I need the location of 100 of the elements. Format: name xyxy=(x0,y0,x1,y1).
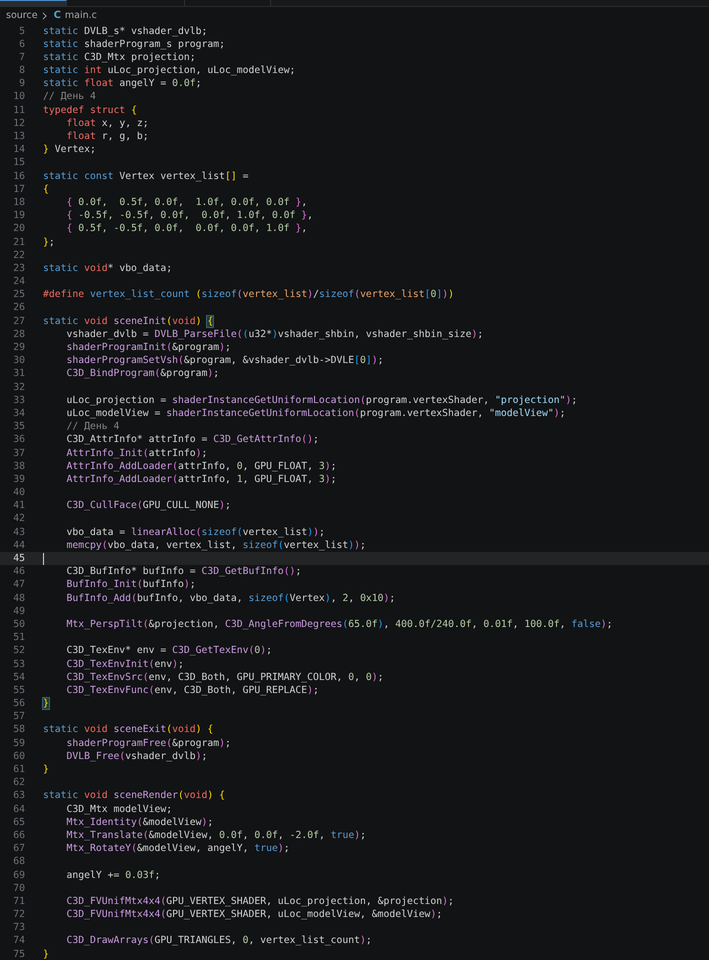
line-number: 67 xyxy=(12,842,25,856)
code-line: C3D_BindProgram(&program); xyxy=(65,367,220,381)
code-line: C3D_TexEnv* env = C3D_GetTexEnv(0); xyxy=(65,644,272,658)
line-number: 47 xyxy=(12,578,25,592)
c-file-icon: C xyxy=(54,10,61,21)
code-line: vshader_dvlb = DVLB_ParseFile((u32*)vshader_shbin, vshader_shbin_size); xyxy=(65,328,484,341)
code-line: shaderProgramSetVsh(&program, &vshader_dvlb->DVLE[0]); xyxy=(65,354,384,368)
code-line: vbo_data = linearAlloc(sizeof(vertex_list)); xyxy=(65,526,325,539)
line-number: 32 xyxy=(12,380,25,394)
line-number: 12 xyxy=(12,116,25,130)
tab[interactable] xyxy=(0,0,67,6)
code-line: static shaderProgram_s program; xyxy=(43,38,225,51)
line-number: 29 xyxy=(12,341,25,354)
line-number: 73 xyxy=(12,921,25,934)
line-number: 13 xyxy=(12,130,25,144)
code-line: static void sceneRender(void) { xyxy=(43,789,226,803)
code-line: float x, y, z; xyxy=(65,116,149,130)
code-line: static const Vertex vertex_list[] = xyxy=(43,170,248,183)
line-number: 43 xyxy=(12,526,25,539)
code-line: AttrInfo_Init(attrInfo); xyxy=(65,446,208,460)
line-number: 33 xyxy=(12,394,25,407)
code-line: C3D_CullFace(GPU_CULL_NONE); xyxy=(65,499,231,512)
line-number: 11 xyxy=(12,104,25,117)
line-number: 24 xyxy=(12,275,25,288)
line-number: 64 xyxy=(12,802,25,816)
code-line: uLoc_modelView = shaderInstanceGetUniformLocation(program.vertexShader, "modelView"); xyxy=(65,406,566,420)
code-line: { xyxy=(43,182,49,196)
line-number: 44 xyxy=(12,538,25,552)
line-number: 5 xyxy=(18,24,25,38)
code-line: static float angelY = 0.0f; xyxy=(43,77,202,90)
code-line: uLoc_projection = shaderInstanceGetUniformLocation(program.vertexShader, "projection"); xyxy=(65,394,578,407)
line-number: 72 xyxy=(12,908,25,922)
line-number: 22 xyxy=(12,248,25,262)
code-line: }; xyxy=(43,236,55,249)
line-number: 54 xyxy=(12,670,25,684)
line-number: 9 xyxy=(18,77,25,90)
line-number: 27 xyxy=(12,314,25,328)
code-line: static void sceneExit(void) { xyxy=(43,723,214,737)
code-line: C3D_DrawArrays(GPU_TRIANGLES, 0, vertex_list_count); xyxy=(65,934,372,948)
line-number: 17 xyxy=(12,182,25,196)
chevron-icon xyxy=(42,12,47,20)
code-line: static void* vbo_data; xyxy=(43,262,172,276)
line-number: 53 xyxy=(12,658,25,671)
line-number: 25 xyxy=(12,288,25,302)
line-number: 69 xyxy=(12,868,25,882)
line-number: 39 xyxy=(12,472,25,486)
line-number: 59 xyxy=(12,736,25,750)
line-number: 46 xyxy=(12,565,25,578)
breadcrumb-file[interactable]: main.c xyxy=(64,10,97,21)
code-line: C3D_FVUnifMtx4x4(GPU_VERTEX_SHADER, uLoc_modelView, &modelView); xyxy=(65,908,442,922)
code-line: Mtx_Translate(&modelView, 0.0f, 0.0f, -2.0f, true); xyxy=(65,828,366,842)
code-line: typedef struct { xyxy=(43,104,137,117)
line-number: 35 xyxy=(12,420,25,434)
line-number: 63 xyxy=(12,789,25,803)
line-number: 75 xyxy=(12,948,25,960)
line-number: 57 xyxy=(12,710,25,724)
code-line: C3D_FVUnifMtx4x4(GPU_VERTEX_SHADER, uLoc_projection, &projection); xyxy=(65,894,454,908)
code-line: { 0.0f, 0.5f, 0.0f, 1.0f, 0.0f, 0.0f }, xyxy=(65,196,308,210)
code-line: Mtx_RotateY(&modelView, angelY, true); xyxy=(65,842,290,856)
text-cursor xyxy=(43,552,44,565)
line-number: 31 xyxy=(12,367,25,381)
line-number: 6 xyxy=(18,38,25,51)
line-number: 65 xyxy=(12,816,25,829)
line-number: 14 xyxy=(12,143,25,156)
code-line: float r, g, b; xyxy=(65,130,149,144)
code-line: } Vertex; xyxy=(43,143,96,156)
code-line: C3D_TexEnvFunc(env, C3D_Both, GPU_REPLACE); xyxy=(65,684,319,698)
code-line: C3D_AttrInfo* attrInfo = C3D_GetAttrInfo(); xyxy=(65,433,319,446)
line-number: 66 xyxy=(12,828,25,842)
breadcrumb-folder[interactable]: source xyxy=(6,10,38,21)
code-line: // День 4 xyxy=(43,90,96,104)
line-number: 21 xyxy=(12,236,25,249)
code-line: AttrInfo_AddLoader(attrInfo, 0, GPU_FLOAT, 3); xyxy=(65,460,337,473)
line-number: 37 xyxy=(12,446,25,460)
code-line: } xyxy=(43,763,49,776)
code-line: Mtx_Identity(&modelView); xyxy=(65,816,214,829)
line-number: 55 xyxy=(12,684,25,698)
code-line: { 0.5f, -0.5f, 0.0f, 0.0f, 0.0f, 1.0f }, xyxy=(65,222,308,236)
code-line: AttrInfo_AddLoader(attrInfo, 1, GPU_FLOAT, 3); xyxy=(65,472,337,486)
code-line: static C3D_Mtx projection; xyxy=(43,50,196,64)
line-number: 45 xyxy=(12,552,25,566)
code-line: angelY += 0.03f; xyxy=(65,868,160,882)
line-number: 20 xyxy=(12,222,25,236)
code-line: { -0.5f, -0.5f, 0.0f, 0.0f, 1.0f, 0.0f }, xyxy=(65,209,314,222)
code-line: shaderProgramFree(&program); xyxy=(65,736,231,750)
line-number: 19 xyxy=(12,209,25,222)
line-number: 16 xyxy=(12,170,25,183)
line-number: 56 xyxy=(12,697,25,710)
code-line: DVLB_Free(vshader_dvlb); xyxy=(65,750,208,763)
code-line: BufInfo_Add(bufInfo, vbo_data, sizeof(Vertex), 2, 0x10); xyxy=(65,592,396,605)
line-number: 28 xyxy=(12,328,25,341)
code-line: static int uLoc_projection, uLoc_modelView; xyxy=(43,64,296,78)
code-line: memcpy(vbo_data, vertex_list, sizeof(vertex_list)); xyxy=(65,538,366,552)
line-number: 68 xyxy=(12,855,25,868)
code-line: } xyxy=(43,948,49,960)
line-number: 36 xyxy=(12,433,25,446)
code-line: C3D_Mtx modelView; xyxy=(65,802,172,816)
code-line: Mtx_PerspTilt(&projection, C3D_AngleFromDegrees(65.0f), 400.0f/240.0f, 0.01f, 100.0f, false); xyxy=(65,618,613,632)
code-line: C3D_TexEnvInit(env); xyxy=(65,658,184,671)
line-number: 41 xyxy=(12,499,25,512)
